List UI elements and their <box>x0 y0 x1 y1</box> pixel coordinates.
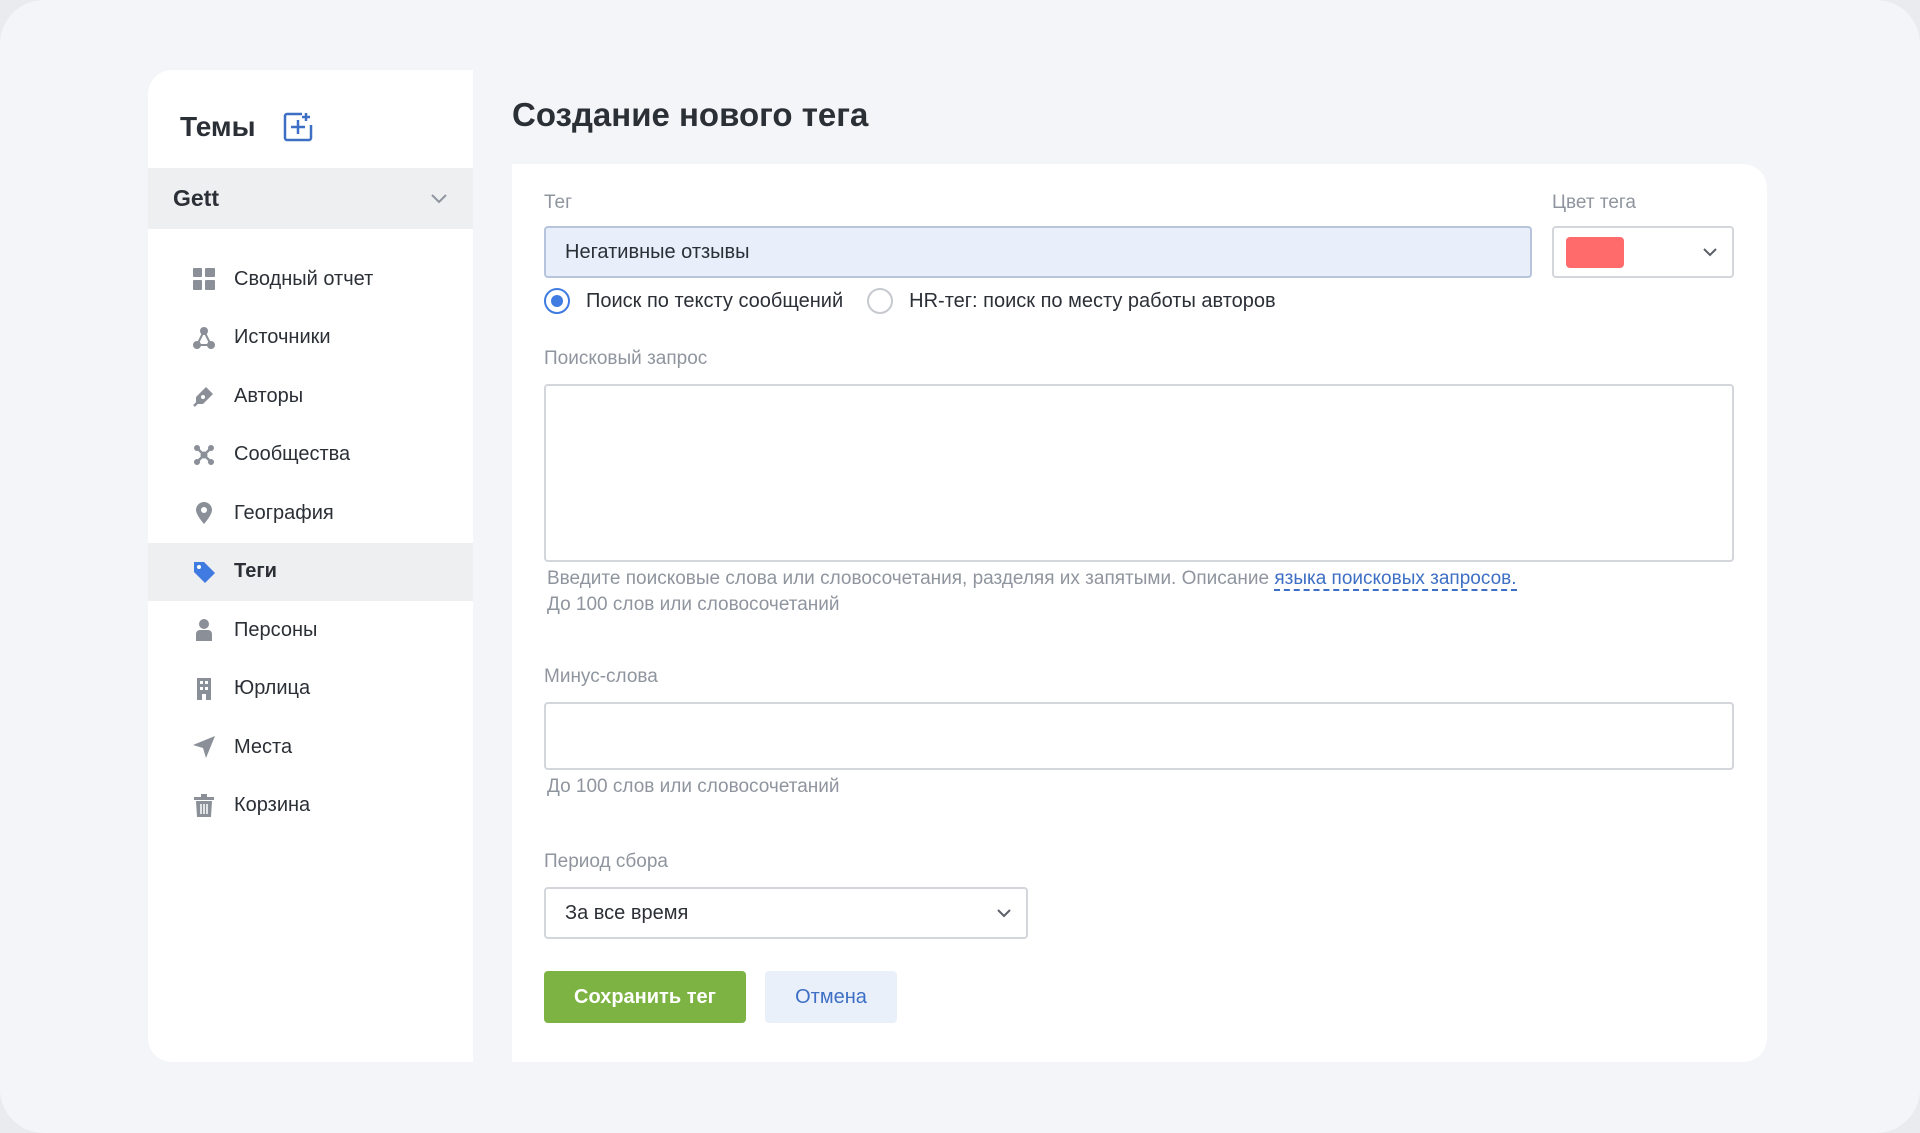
project-selector[interactable]: Gett <box>148 168 473 229</box>
community-icon <box>192 443 216 467</box>
grid-icon <box>192 267 216 291</box>
sidebar-item-label: Источники <box>234 326 331 349</box>
tag-name-label: Тег <box>544 192 573 213</box>
add-square-icon[interactable] <box>282 111 314 143</box>
sidebar-item-label: География <box>234 501 334 524</box>
sidebar-nav: Сводный отчет Источники Авторы Сообществ… <box>148 250 473 835</box>
sidebar-item-authors[interactable]: Авторы <box>148 367 473 426</box>
period-label: Период сбора <box>544 851 669 872</box>
network-icon <box>192 326 216 350</box>
period-select-value: За все время <box>565 901 689 924</box>
sidebar-item-tags[interactable]: Теги <box>148 542 473 601</box>
minus-words-label: Минус-слова <box>544 666 658 687</box>
minus-words-input[interactable] <box>544 702 1734 770</box>
person-icon <box>192 618 216 642</box>
chevron-down-icon <box>431 194 447 204</box>
sidebar-header: Темы <box>180 102 314 152</box>
tag-icon <box>192 560 216 584</box>
page-title: Создание нового тега <box>512 96 869 133</box>
sidebar-item-communities[interactable]: Сообщества <box>148 426 473 485</box>
sidebar-item-label: Корзина <box>234 794 311 817</box>
building-icon <box>192 677 216 701</box>
tag-name-input[interactable]: Негативные отзывы <box>544 226 1532 278</box>
chevron-down-icon <box>1703 248 1717 257</box>
sidebar-item-summary[interactable]: Сводный отчет <box>148 250 473 309</box>
search-query-limit: До 100 слов или словосочетаний <box>547 594 840 615</box>
map-pin-icon <box>192 501 216 525</box>
trash-icon <box>192 793 216 818</box>
radio-hr-tag[interactable] <box>867 288 894 314</box>
sidebar-item-label: Места <box>234 735 293 758</box>
query-language-link[interactable]: языка поисковых запросов. <box>1274 568 1517 591</box>
sidebar-item-geography[interactable]: География <box>148 484 473 543</box>
app-frame: Темы Gett Сводный отчет Источники Авторы… <box>0 0 1920 1133</box>
sidebar-item-places[interactable]: Места <box>148 718 473 777</box>
search-query-textarea[interactable] <box>544 384 1734 562</box>
search-query-hint: Введите поисковые слова или словосочетан… <box>547 566 1737 592</box>
search-query-label: Поисковый запрос <box>544 348 708 369</box>
sidebar-item-label: Авторы <box>234 384 304 407</box>
project-name: Gett <box>173 185 219 211</box>
sidebar-item-sources[interactable]: Источники <box>148 309 473 368</box>
navigation-icon <box>192 735 216 759</box>
radio-text-search[interactable] <box>544 288 570 314</box>
tag-color-label: Цвет тега <box>1552 192 1636 213</box>
minus-words-limit: До 100 слов или словосочетаний <box>547 776 840 797</box>
sidebar-item-label: Юрлица <box>234 677 311 700</box>
sidebar-title: Темы <box>180 111 256 142</box>
color-swatch <box>1566 237 1624 268</box>
sidebar-item-persons[interactable]: Персоны <box>148 601 473 660</box>
cancel-button[interactable]: Отмена <box>765 971 897 1023</box>
sidebar: Темы Gett Сводный отчет Источники Авторы… <box>148 70 473 1062</box>
sidebar-item-label: Сводный отчет <box>234 267 374 290</box>
save-tag-button[interactable]: Сохранить тег <box>544 971 746 1023</box>
radio-text-search-label: Поиск по тексту сообщений <box>586 289 844 312</box>
search-mode-group: Поиск по тексту сообщений HR-тег: поиск … <box>544 288 1276 314</box>
sidebar-item-legal-entities[interactable]: Юрлица <box>148 660 473 719</box>
search-query-hint-text: Введите поисковые слова или словосочетан… <box>547 568 1275 589</box>
sidebar-item-label: Теги <box>234 560 277 583</box>
chevron-down-icon <box>997 909 1011 918</box>
sidebar-item-label: Персоны <box>234 618 318 641</box>
radio-hr-tag-label: HR-тег: поиск по месту работы авторов <box>909 289 1276 312</box>
sidebar-item-label: Сообщества <box>234 443 351 466</box>
sidebar-item-trash[interactable]: Корзина <box>148 777 473 836</box>
tag-color-select[interactable] <box>1552 226 1734 278</box>
pen-icon <box>192 384 216 408</box>
period-select[interactable]: За все время <box>544 887 1028 939</box>
tag-form-card: Тег Негативные отзывы Цвет тега Поиск по… <box>512 164 1767 1062</box>
